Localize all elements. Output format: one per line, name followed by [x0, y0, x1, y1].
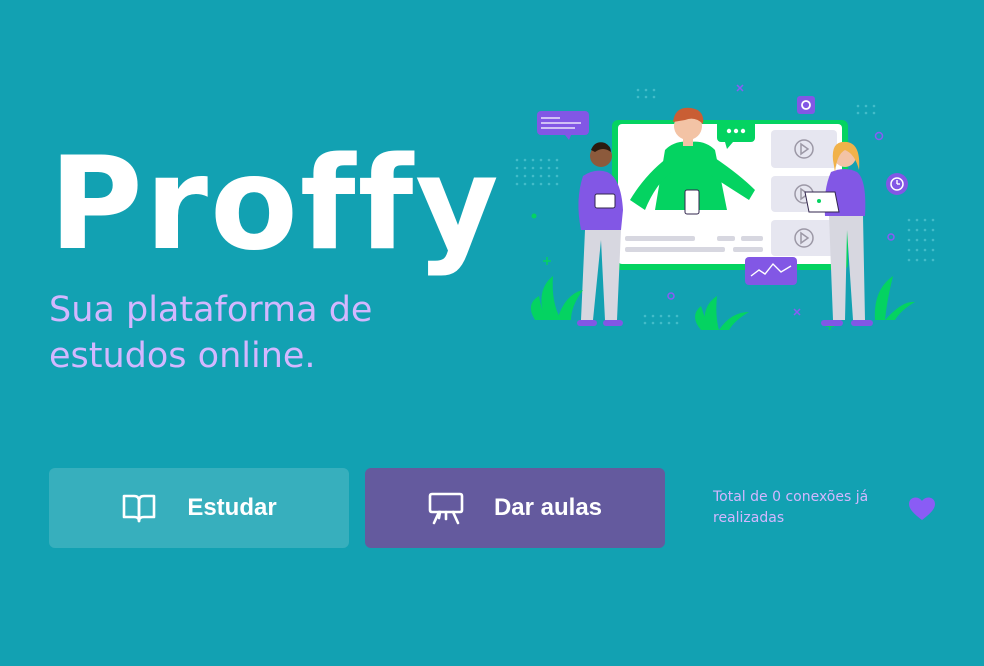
- study-button-label: Estudar: [187, 494, 277, 521]
- hero-illustration: [515, 84, 935, 330]
- presentation-icon: [428, 490, 464, 526]
- tagline: Sua plataforma de estudos online.: [49, 290, 373, 376]
- teach-button-label: Dar aulas: [493, 494, 603, 521]
- book-open-icon: [121, 490, 157, 526]
- teach-button[interactable]: Dar aulas: [365, 468, 665, 548]
- heart-icon: [909, 497, 935, 520]
- total-connections-text: Total de 0 conexões já realizadas: [713, 489, 869, 526]
- logo: Proffy: [49, 130, 501, 279]
- study-button[interactable]: Estudar: [49, 468, 349, 548]
